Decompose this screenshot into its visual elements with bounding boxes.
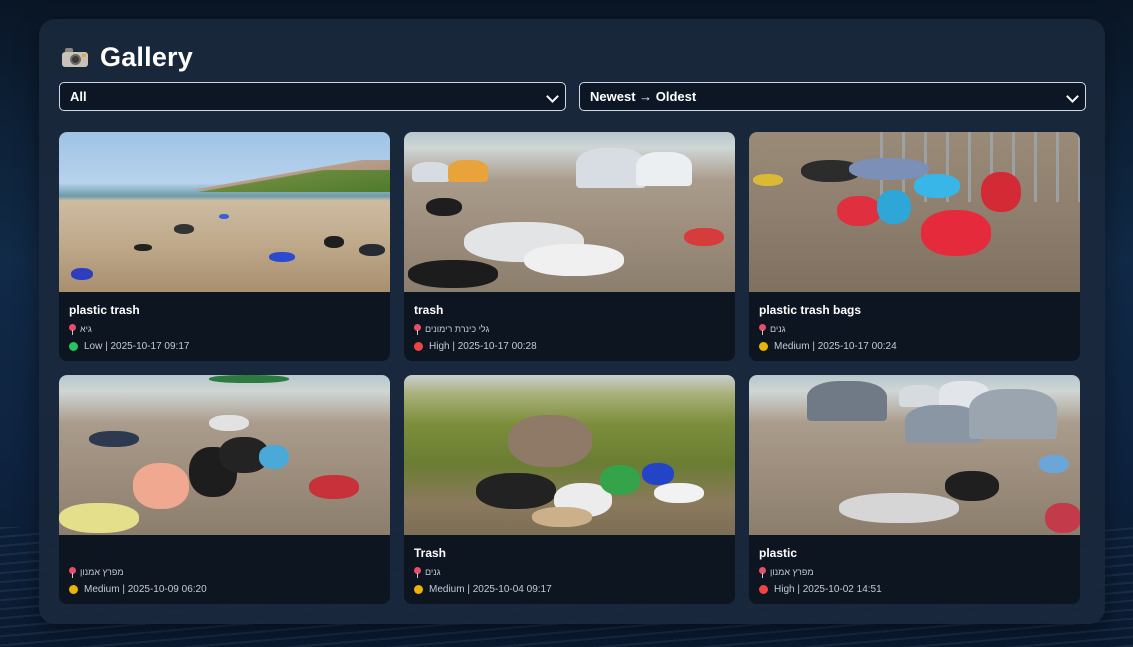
- gallery-card[interactable]: plastic מפרץ אמנון High | 2025-10-02 14:…: [749, 375, 1080, 604]
- card-location: גיא: [80, 324, 92, 334]
- location-pin-icon: [414, 323, 421, 335]
- card-caption: plastic: [759, 546, 798, 560]
- card-meta: Medium | 2025-10-17 00:24: [774, 341, 897, 352]
- location-pin-icon: [759, 323, 766, 335]
- card-photo: [59, 375, 390, 535]
- gallery-header: Gallery: [62, 41, 193, 73]
- gallery-panel: Gallery All Newest → Oldest plastic tras…: [39, 19, 1105, 624]
- category-filter-value: All: [70, 89, 87, 104]
- gallery-grid: plastic trash גיא Low | 2025-10-17 09:17…: [59, 132, 1080, 604]
- severity-dot: [759, 342, 768, 351]
- card-caption: Trash: [414, 546, 447, 560]
- severity-dot: [414, 342, 423, 351]
- card-photo: [749, 132, 1080, 292]
- card-photo: [59, 132, 390, 292]
- card-location: גלי כינרת רימונים: [425, 324, 490, 334]
- card-meta: Low | 2025-10-17 09:17: [84, 341, 190, 352]
- page-title: Gallery: [100, 41, 193, 72]
- camera-icon: [62, 47, 88, 67]
- severity-dot: [69, 342, 78, 351]
- location-pin-icon: [759, 566, 766, 578]
- card-caption: trash: [414, 303, 444, 317]
- location-pin-icon: [414, 566, 421, 578]
- location-pin-icon: [69, 566, 76, 578]
- gallery-card[interactable]: trash גלי כינרת רימונים High | 2025-10-1…: [404, 132, 735, 361]
- card-meta: Medium | 2025-10-09 06:20: [84, 584, 207, 595]
- card-meta: High | 2025-10-02 14:51: [774, 584, 882, 595]
- chevron-down-icon: [546, 90, 559, 103]
- card-location: גנים: [425, 567, 441, 577]
- severity-dot: [69, 585, 78, 594]
- chevron-down-icon: [1066, 90, 1079, 103]
- gallery-card[interactable]: plastic trash גיא Low | 2025-10-17 09:17: [59, 132, 390, 361]
- card-location: מפרץ אמנון: [80, 567, 124, 577]
- card-caption: plastic trash bags: [759, 303, 862, 317]
- severity-dot: [759, 585, 768, 594]
- card-caption: plastic trash: [69, 303, 140, 317]
- card-location: גנים: [770, 324, 786, 334]
- category-filter-select[interactable]: All: [59, 82, 566, 111]
- severity-dot: [414, 585, 423, 594]
- gallery-card[interactable]: plastic trash bags גנים Medium | 2025-10…: [749, 132, 1080, 361]
- sort-order-value: Newest → Oldest: [590, 89, 697, 104]
- sort-order-select[interactable]: Newest → Oldest: [579, 82, 1086, 111]
- card-meta: Medium | 2025-10-04 09:17: [429, 584, 552, 595]
- card-photo: [404, 132, 735, 292]
- card-location: מפרץ אמנון: [770, 567, 814, 577]
- gallery-card[interactable]: Trash גנים Medium | 2025-10-04 09:17: [404, 375, 735, 604]
- gallery-card[interactable]: מפרץ אמנון Medium | 2025-10-09 06:20: [59, 375, 390, 604]
- card-meta: High | 2025-10-17 00:28: [429, 341, 537, 352]
- location-pin-icon: [69, 323, 76, 335]
- card-photo: [404, 375, 735, 535]
- card-caption: [69, 545, 380, 561]
- card-photo: [749, 375, 1080, 535]
